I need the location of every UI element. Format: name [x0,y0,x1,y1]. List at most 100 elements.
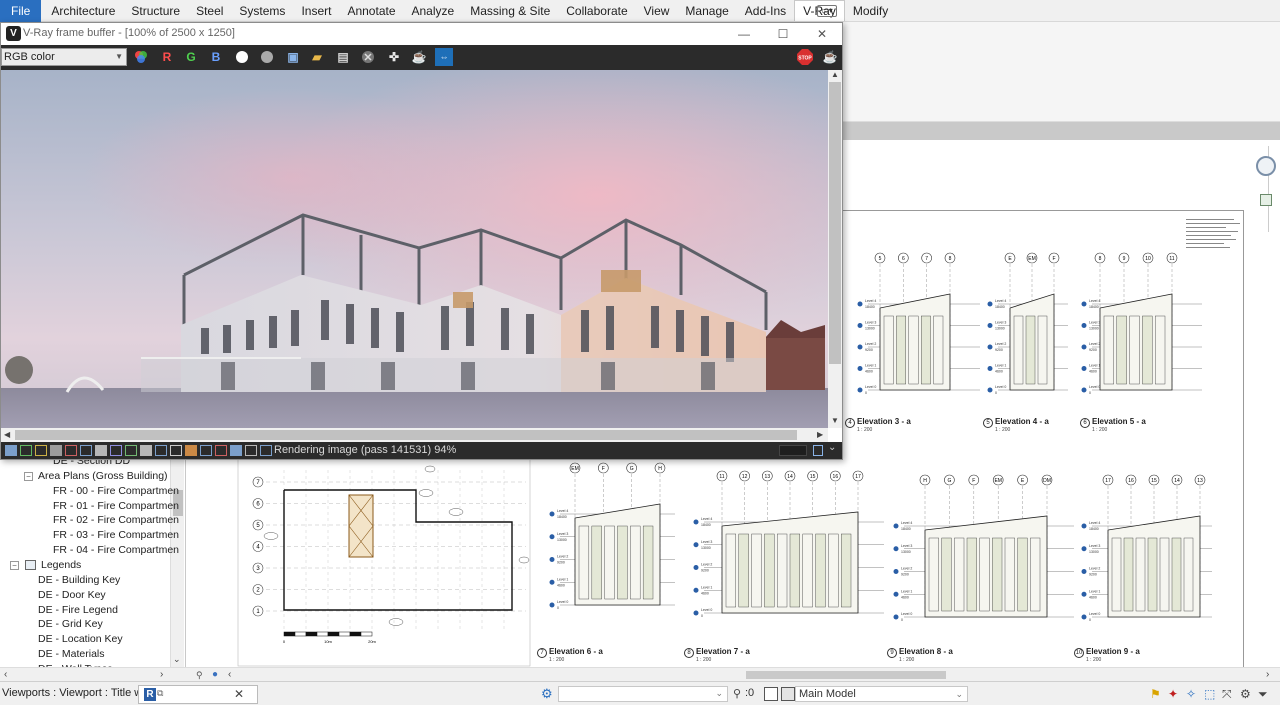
teapot-icon[interactable]: ☕ [410,48,428,66]
render-image[interactable] [1,70,828,428]
browser-item[interactable]: Area Plans (Gross Building) [38,469,168,484]
blue-channel-button[interactable]: B [207,48,225,66]
chevron-left-icon[interactable]: ◀ [4,428,10,442]
elevation-view[interactable]: 17 16 15 14 13 Level 4 18400 Level 3 13000 Level … [1072,474,1212,637]
canvas-scroll-thumb[interactable] [746,671,946,679]
browser-item[interactable]: DE - Grid Key [38,617,103,632]
channel-select[interactable]: RGB color ▼ [1,48,127,66]
zoom-icon[interactable] [1260,194,1272,206]
browser-item[interactable]: FR - 02 - Fire Compartmen [53,513,179,528]
sheet-icon[interactable] [764,687,778,701]
save-icon[interactable]: ▣ [284,48,302,66]
vfb-tool-icon[interactable] [215,445,227,456]
chevron-right-icon[interactable]: ▶ [817,428,823,442]
browser-item[interactable]: FR - 01 - Fire Compartmen [53,499,179,514]
crosshair-icon[interactable]: ✜ [385,48,403,66]
vfb-tool-icon[interactable] [5,445,17,456]
gear-icon[interactable]: ⚙ [1240,687,1254,701]
filter-funnel-icon[interactable]: ⏷ [1258,687,1272,701]
vfb-tool-icon[interactable] [185,445,197,456]
canvas-hscrollbar[interactable]: ⚲ ● ‹ › [186,667,1280,681]
elevation-view[interactable]: E EM F Level 4 18400 Level 3 13000 Level 2 9200 L… [978,252,1068,410]
ribbon-tab-steel[interactable]: Steel [188,0,231,22]
vfb-tool-icon[interactable] [110,445,122,456]
browser-item[interactable]: DE - Building Key [38,573,120,588]
browser-item[interactable]: FR - 00 - Fire Compartmen [53,484,179,499]
close-button[interactable]: ✕ [807,25,837,43]
stop-icon[interactable]: STOP [796,48,814,66]
model-combo[interactable]: Main Model ⌄ [795,686,968,702]
chevron-right-icon[interactable]: › [160,668,163,682]
color-channels-button[interactable] [132,48,150,66]
elevation-view[interactable]: 5 6 7 8 Level 4 18400 Level 3 13000 Level 2 9200 L… [848,252,998,410]
vfb-tool-icon[interactable] [50,445,62,456]
ribbon-tab-massing-site[interactable]: Massing & Site [462,0,558,22]
underlay-icon[interactable]: ✧ [1186,687,1200,701]
elevation-view[interactable]: 11 12 13 14 15 16 17 Level 4 18400 Level 3 13000 Le… [684,470,884,633]
vfb-hscroll-thumb[interactable] [15,430,797,440]
vfb-tool-icon[interactable] [125,445,137,456]
select-face-icon[interactable]: ⬚ [1204,687,1218,701]
open-icon[interactable]: ▰ [308,48,326,66]
vfb-tool-icon[interactable] [20,445,32,456]
vfb-vscrollbar[interactable]: ▲ ▼ [828,70,842,428]
link-icon[interactable]: ⚑ [1150,687,1164,701]
pin-icon[interactable]: ⚲ [196,668,203,682]
chevron-left-icon[interactable]: ‹ [228,668,231,682]
browser-item[interactable]: DE - Materials [38,647,105,662]
ribbon-tab-structure[interactable]: Structure [123,0,188,22]
chevron-down-icon[interactable]: ▼ [831,414,839,428]
maximize-button[interactable]: ☐ [768,25,798,43]
chevron-left-icon[interactable]: ‹ [4,668,7,682]
ribbon-tab-view[interactable]: View [636,0,678,22]
browser-hscrollbar[interactable]: ‹ › [0,667,186,681]
vfb-tool-icon[interactable] [200,445,212,456]
vfb-title-bar[interactable]: V V-Ray frame buffer - [100% of 2500 x 1… [1,23,842,45]
ribbon-tab-modify[interactable]: Modify [845,0,896,22]
clipboard-icon[interactable]: ▤ [334,48,352,66]
vfb-tool-icon[interactable] [35,445,47,456]
vfb-tool-icon[interactable] [230,445,242,456]
green-channel-button[interactable]: G [182,48,200,66]
elevation-view[interactable]: 8 9 10 11 Level 4 18400 Level 3 13000 Level 2 920… [1072,252,1202,410]
chevron-down-icon[interactable]: ⌄ [173,652,181,666]
elevation-view[interactable]: EM F G H Level 4 18400 Level 3 13000 Level 2 9200… [540,462,675,625]
ribbon-tab-add-ins[interactable]: Add-Ins [737,0,794,22]
ribbon-tab-insert[interactable]: Insert [293,0,339,22]
drag-icon[interactable]: ⤧ [1222,687,1236,701]
tree-toggle-icon[interactable]: − [10,560,19,570]
worksets-icon[interactable]: ⚙ [541,687,555,701]
panel-toggle-icon[interactable] [813,445,823,456]
browser-item[interactable]: DE - Fire Legend [38,603,118,618]
chevron-right-icon[interactable]: › [1266,668,1269,682]
vfb-tool-icon[interactable] [170,445,182,456]
chevron-up-icon[interactable]: ▲ [831,68,839,82]
vfb-tool-icon[interactable] [155,445,167,456]
ribbon-tab-annotate[interactable]: Annotate [339,0,403,22]
browser-item[interactable]: Legends [41,558,81,573]
browser-item[interactable]: FR - 04 - Fire Compartmen [53,543,179,558]
ribbon-tab-analyze[interactable]: Analyze [404,0,463,22]
alpha-white-button[interactable] [233,48,251,66]
browser-item[interactable]: FR - 03 - Fire Compartmen [53,528,179,543]
ribbon-tab-manage[interactable]: Manage [677,0,736,22]
region-render-icon[interactable]: ⇔ [435,48,453,66]
red-channel-button[interactable]: R [158,48,176,66]
floor-plan-view[interactable]: 7 6 5 4 3 2 1 0 10m 20m [236,457,532,667]
vfb-tool-icon[interactable] [95,445,107,456]
ribbon-tab-collaborate[interactable]: Collaborate [558,0,635,22]
browser-item[interactable]: DE - Location Key [38,632,123,647]
minimize-button[interactable]: — [729,25,759,43]
design-option-icon[interactable] [781,687,795,701]
close-icon[interactable]: ✕ [234,687,244,701]
tree-toggle-icon[interactable]: − [24,471,33,481]
vfb-tool-icon[interactable] [80,445,92,456]
vfb-vscroll-thumb[interactable] [829,82,841,364]
workset-combo[interactable]: ⌄ [558,686,728,702]
ribbon-tab-architecture[interactable]: Architecture [43,0,123,22]
view-tab[interactable]: R ⧉ ✕ [138,685,258,704]
browser-item[interactable]: DE - Section DD [53,460,130,469]
ribbon-tab-systems[interactable]: Systems [231,0,293,22]
lock-icon[interactable]: ● [212,668,218,682]
ribbon-tab-file[interactable]: File [0,0,42,22]
